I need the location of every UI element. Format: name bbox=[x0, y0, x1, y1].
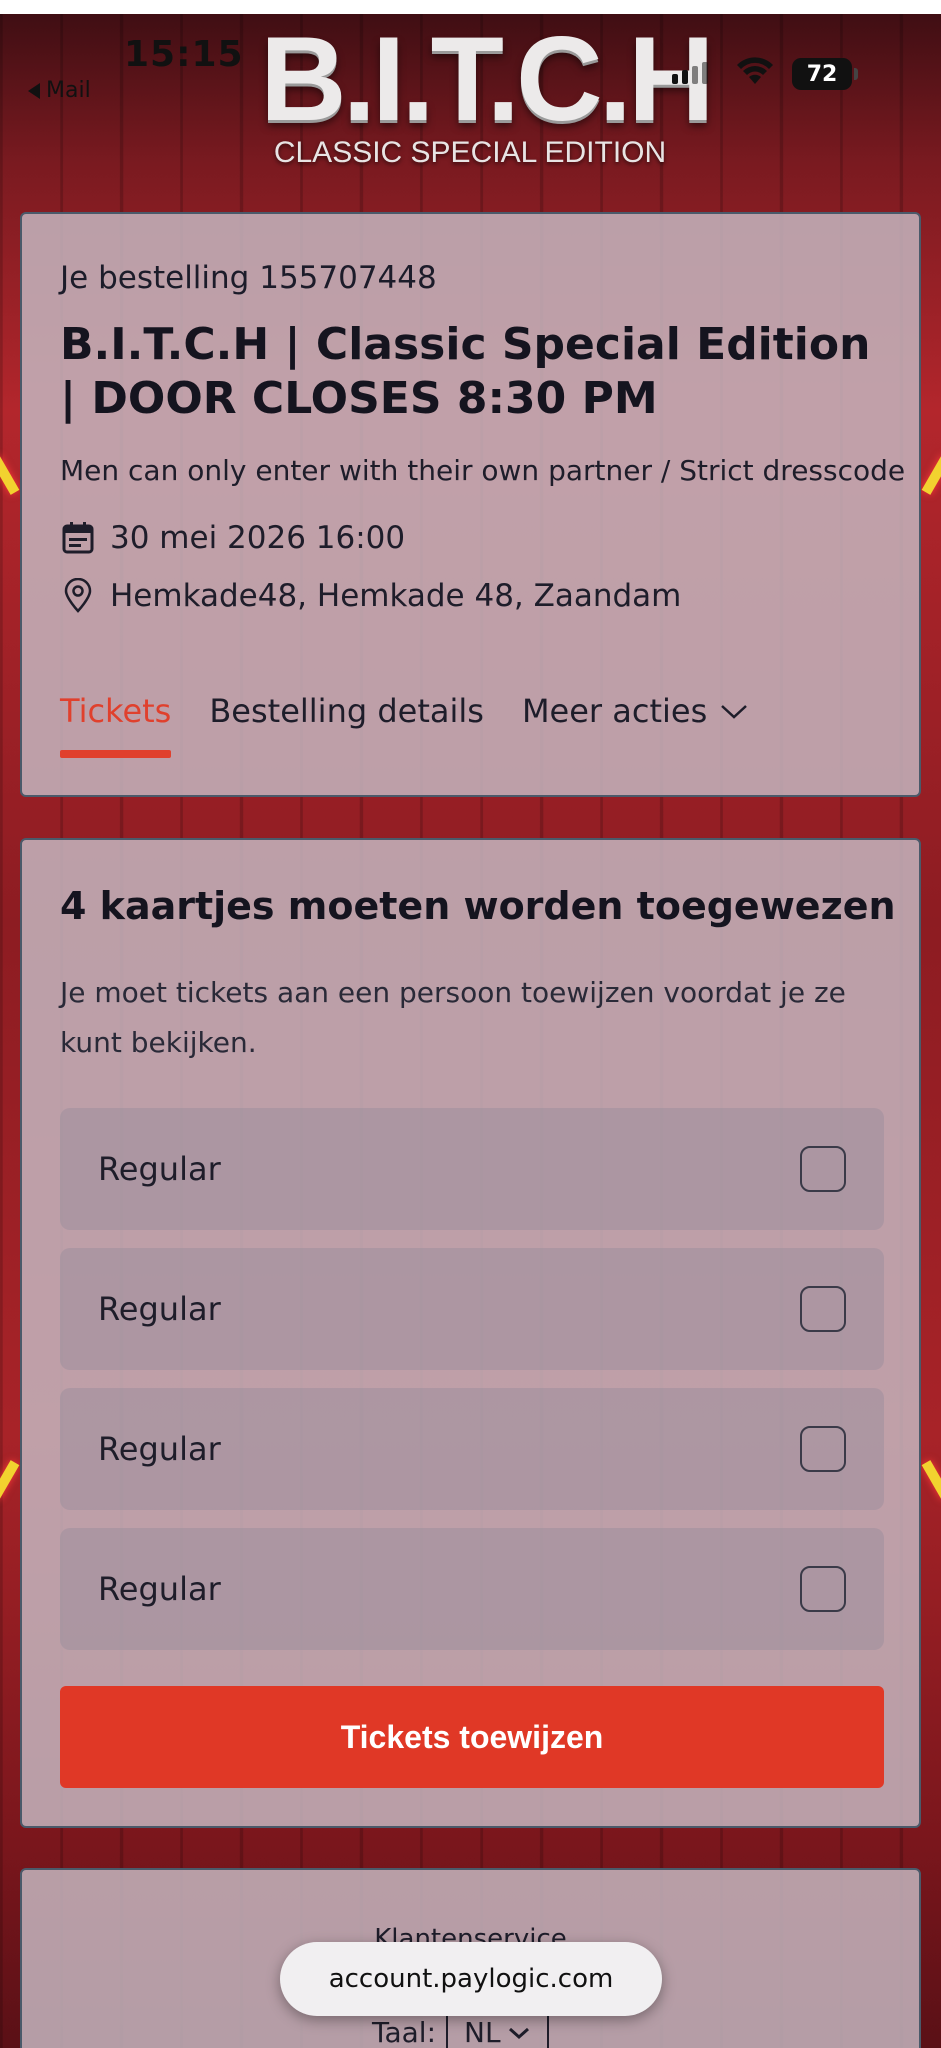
tab-more-actions[interactable]: Meer acties bbox=[522, 692, 749, 730]
ticket-row[interactable]: Regular bbox=[60, 1388, 884, 1510]
ticket-list: Regular Regular Regular Regular bbox=[60, 1108, 884, 1668]
neon-decoration bbox=[921, 1460, 941, 1500]
tab-label: Meer acties bbox=[521, 692, 708, 730]
tab-tickets[interactable]: Tickets bbox=[60, 692, 172, 758]
chevron-down-icon bbox=[721, 705, 748, 719]
event-location-row: Hemkade48, Hemkade 48, Zaandam bbox=[60, 578, 681, 614]
order-tabs: Tickets Bestelling details Meer acties bbox=[60, 692, 749, 758]
ticket-row[interactable]: Regular bbox=[60, 1108, 884, 1230]
ticket-type-label: Regular bbox=[98, 1290, 221, 1328]
chevron-down-icon bbox=[508, 2027, 529, 2039]
ticket-type-label: Regular bbox=[98, 1150, 221, 1188]
logo-main-text: B.I.T.C.H bbox=[260, 12, 715, 146]
browser-url-bar[interactable]: account.paylogic.com bbox=[280, 1942, 662, 2016]
calendar-icon bbox=[62, 522, 94, 554]
tab-order-details[interactable]: Bestelling details bbox=[209, 692, 484, 730]
ticket-type-label: Regular bbox=[98, 1430, 221, 1468]
location-pin-icon bbox=[64, 578, 92, 613]
status-time: 15:15 bbox=[124, 34, 244, 75]
back-label: Mail bbox=[46, 78, 91, 103]
logo-sub-text: CLASSIC SPECIAL EDITION bbox=[273, 136, 667, 169]
event-date: 30 mei 2026 16:00 bbox=[110, 520, 406, 556]
event-title: B.I.T.C.H | Classic Special Edition | DO… bbox=[60, 319, 871, 424]
ticket-checkbox[interactable] bbox=[800, 1566, 846, 1612]
event-location: Hemkade48, Hemkade 48, Zaandam bbox=[110, 578, 682, 614]
cellular-signal-icon bbox=[672, 62, 708, 84]
ticket-row[interactable]: Regular bbox=[60, 1528, 884, 1650]
ticket-checkbox[interactable] bbox=[800, 1426, 846, 1472]
tickets-assignment-card: 4 kaartjes moeten worden toegewezen Je m… bbox=[20, 838, 921, 1828]
event-logo: B.I.T.C.H CLASSIC SPECIAL EDITION bbox=[260, 12, 715, 170]
language-select[interactable]: NL bbox=[446, 2016, 549, 2048]
neon-decoration bbox=[0, 1460, 20, 1500]
assign-tickets-button[interactable]: Tickets toewijzen bbox=[60, 1686, 884, 1788]
event-date-row: 30 mei 2026 16:00 bbox=[60, 520, 405, 556]
event-subtitle: Men can only enter with their own partne… bbox=[60, 454, 906, 487]
ticket-type-label: Regular bbox=[98, 1570, 221, 1608]
ticket-row[interactable]: Regular bbox=[60, 1248, 884, 1370]
neon-decoration bbox=[921, 455, 941, 495]
assign-heading: 4 kaartjes moeten worden toegewezen bbox=[60, 884, 896, 928]
wifi-icon bbox=[737, 57, 773, 84]
back-arrow-icon bbox=[28, 82, 40, 99]
assign-description: Je moet tickets aan een persoon toewijze… bbox=[60, 976, 846, 1059]
language-value: NL bbox=[464, 2016, 501, 2048]
language-label: Taal: bbox=[372, 2016, 436, 2048]
back-to-mail-button[interactable]: Mail bbox=[28, 78, 91, 103]
order-number: Je bestelling 155707448 bbox=[60, 260, 437, 296]
ticket-checkbox[interactable] bbox=[800, 1146, 846, 1192]
neon-decoration bbox=[0, 455, 20, 495]
tab-label: Tickets bbox=[60, 692, 172, 730]
tab-label: Bestelling details bbox=[209, 692, 484, 730]
event-card: Je bestelling 155707448 B.I.T.C.H | Clas… bbox=[20, 212, 921, 797]
battery-icon: 72 bbox=[792, 58, 858, 90]
ticket-checkbox[interactable] bbox=[800, 1286, 846, 1332]
language-selector-row: Taal: NL bbox=[372, 2016, 549, 2048]
